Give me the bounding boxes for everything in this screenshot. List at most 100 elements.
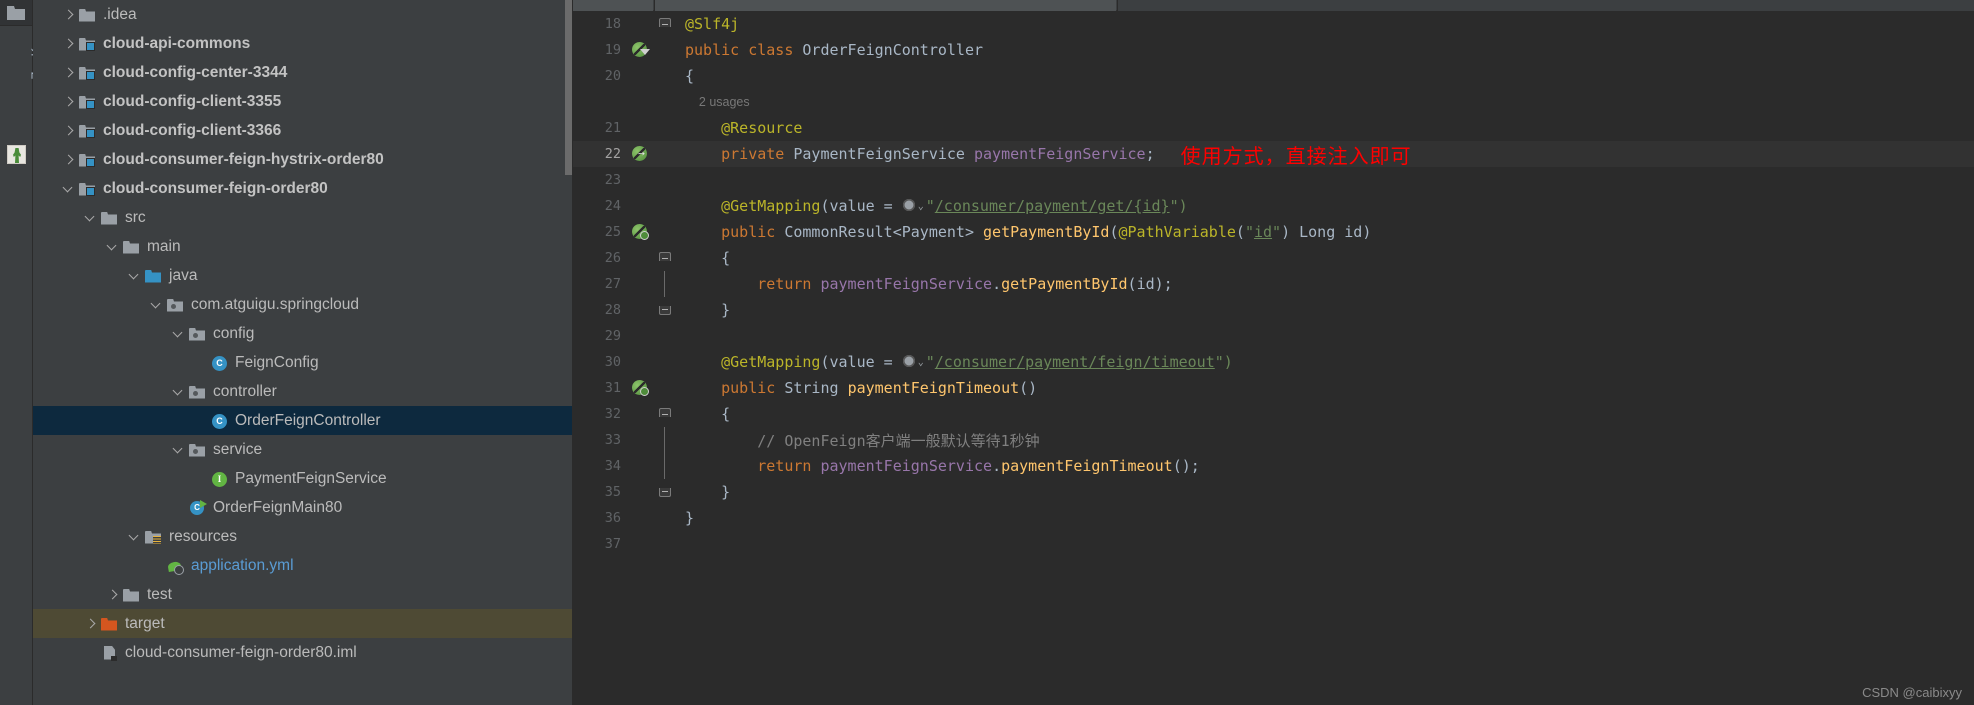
chevron-down-icon[interactable]: [129, 531, 140, 542]
code-line[interactable]: 32 {: [573, 401, 1974, 427]
code-line[interactable]: 37: [573, 531, 1974, 557]
editor-tab-partial-1[interactable]: [573, 0, 653, 11]
code-text[interactable]: public String paymentFeignTimeout(): [675, 375, 1974, 401]
chevron-down-icon[interactable]: [107, 241, 118, 252]
code-text[interactable]: 2 usages: [675, 89, 1974, 115]
tree-item-application-yml[interactable]: application.yml: [33, 551, 573, 580]
spring-bean-icon[interactable]: [629, 37, 655, 63]
code-text[interactable]: }: [675, 297, 1974, 323]
code-line[interactable]: 29: [573, 323, 1974, 349]
tree-item-service[interactable]: service: [33, 435, 573, 464]
code-text[interactable]: {: [675, 245, 1974, 271]
code-line[interactable]: 23: [573, 167, 1974, 193]
web-url-icon[interactable]: [902, 355, 917, 369]
code-line[interactable]: 26 {: [573, 245, 1974, 271]
project-tree[interactable]: .idea cloud-api-commons cloud-config-cente…: [33, 0, 573, 667]
chevron-down-icon[interactable]: [85, 212, 96, 223]
tree-item-cloud-consumer-feign-hystrix-order80[interactable]: cloud-consumer-feign-hystrix-order80: [33, 145, 573, 174]
tree-item-java[interactable]: java: [33, 261, 573, 290]
code-line[interactable]: 22 private PaymentFeignService paymentFe…: [573, 141, 1974, 168]
code-text[interactable]: }: [675, 505, 1974, 531]
chevron-right-icon[interactable]: [107, 589, 118, 600]
web-url-icon[interactable]: [902, 199, 917, 213]
chevron-right-icon[interactable]: [63, 38, 74, 49]
spring-endpoint-icon[interactable]: [629, 219, 655, 245]
code-text[interactable]: @Slf4j: [675, 11, 1974, 37]
code-line[interactable]: 31 public String paymentFeignTimeout(): [573, 375, 1974, 401]
code-fold-marker[interactable]: [655, 245, 675, 271]
code-text[interactable]: @GetMapping(value = ⌄ "/consumer/payment/…: [675, 193, 1974, 219]
code-text[interactable]: {: [675, 401, 1974, 427]
code-text[interactable]: [675, 323, 1974, 349]
code-text[interactable]: private PaymentFeignService paymentFeign…: [675, 141, 1974, 168]
chevron-right-icon[interactable]: [85, 618, 96, 629]
chevron-down-icon[interactable]: ⌄: [918, 357, 926, 368]
chevron-right-icon[interactable]: [63, 154, 74, 165]
code-line[interactable]: 30 @GetMapping(value = ⌄ "/consumer/payme…: [573, 349, 1974, 375]
chevron-down-icon[interactable]: [173, 386, 184, 397]
spring-bean-autowired-icon[interactable]: [629, 141, 655, 167]
tree-item-paymentfeignservice[interactable]: PaymentFeignService: [33, 464, 573, 493]
tree-item-orderfeigncontroller[interactable]: OrderFeignController: [33, 406, 573, 435]
code-line[interactable]: 18 @Slf4j: [573, 11, 1974, 37]
tree-item-test[interactable]: test: [33, 580, 573, 609]
code-text[interactable]: return paymentFeignService. getPaymentByI…: [675, 271, 1974, 297]
code-line[interactable]: 28 }: [573, 297, 1974, 323]
tree-item-idea[interactable]: .idea: [33, 0, 573, 29]
chevron-down-icon[interactable]: [173, 444, 184, 455]
code-line[interactable]: 25 public CommonResult<Payment> getPayme…: [573, 219, 1974, 245]
code-text[interactable]: public CommonResult<Payment> getPaymentB…: [675, 219, 1974, 245]
tree-item-controller[interactable]: controller: [33, 377, 573, 406]
tree-item-resources[interactable]: resources: [33, 522, 573, 551]
code-line[interactable]: 2 usages: [573, 89, 1974, 115]
tree-item-cloud-consumer-feign-order80-iml[interactable]: cloud-consumer-feign-order80.iml: [33, 638, 573, 667]
chevron-down-icon[interactable]: [63, 183, 74, 194]
fold-start-icon[interactable]: [659, 18, 671, 27]
code-fold-marker[interactable]: [655, 271, 675, 297]
fold-start-icon[interactable]: [659, 408, 671, 417]
tree-item-cloud-config-client-3355[interactable]: cloud-config-client-3355: [33, 87, 573, 116]
tree-item-orderfeignmain80[interactable]: OrderFeignMain80: [33, 493, 573, 522]
code-line[interactable]: 21 @Resource: [573, 115, 1974, 141]
code-fold-marker[interactable]: [655, 401, 675, 427]
chevron-right-icon[interactable]: [63, 96, 74, 107]
code-line[interactable]: 35 }: [573, 479, 1974, 505]
code-fold-marker[interactable]: [655, 479, 675, 505]
tree-item-main[interactable]: main: [33, 232, 573, 261]
code-fold-marker[interactable]: [655, 453, 675, 479]
tree-item-feignconfig[interactable]: FeignConfig: [33, 348, 573, 377]
code-text[interactable]: [675, 167, 1974, 193]
tree-item-com-atguigu-springcloud[interactable]: com.atguigu.springcloud: [33, 290, 573, 319]
chevron-down-icon[interactable]: [129, 270, 140, 281]
code-fold-marker[interactable]: [655, 427, 675, 453]
code-line[interactable]: 36}: [573, 505, 1974, 531]
fold-start-icon[interactable]: [659, 252, 671, 261]
tree-item-cloud-config-client-3366[interactable]: cloud-config-client-3366: [33, 116, 573, 145]
code-line[interactable]: 19 public class OrderFeignController: [573, 37, 1974, 63]
chevron-down-icon[interactable]: [151, 299, 162, 310]
code-line[interactable]: 24 @GetMapping(value = ⌄ "/consumer/payme…: [573, 193, 1974, 219]
code-line[interactable]: 20 {: [573, 63, 1974, 89]
code-line[interactable]: 33 // OpenFeign客户端一般默认等待1秒钟: [573, 427, 1974, 453]
tree-item-config[interactable]: config: [33, 319, 573, 348]
tree-item-cloud-consumer-feign-order80[interactable]: cloud-consumer-feign-order80: [33, 174, 573, 203]
editor-tabbar[interactable]: [573, 0, 1974, 11]
code-fold-marker[interactable]: [655, 11, 675, 37]
project-tree-panel[interactable]: .idea cloud-api-commons cloud-config-cente…: [33, 0, 573, 705]
code-text[interactable]: }: [675, 479, 1974, 505]
code-text[interactable]: return paymentFeignService. paymentFeignT…: [675, 453, 1974, 479]
code-text[interactable]: public class OrderFeignController: [675, 37, 1974, 63]
chevron-down-icon[interactable]: [173, 328, 184, 339]
editor-tab-partial-2[interactable]: [654, 0, 1116, 11]
spring-endpoint-icon[interactable]: [629, 375, 655, 401]
code-fold-marker[interactable]: [655, 297, 675, 323]
code-line[interactable]: 27 return paymentFeignService. getPayment…: [573, 271, 1974, 297]
chevron-right-icon[interactable]: [63, 9, 74, 20]
tree-item-src[interactable]: src: [33, 203, 573, 232]
fold-end-icon[interactable]: [659, 488, 671, 497]
chevron-right-icon[interactable]: [63, 125, 74, 136]
tree-item-cloud-config-center-3344[interactable]: cloud-config-center-3344: [33, 58, 573, 87]
fold-end-icon[interactable]: [659, 306, 671, 315]
code-text[interactable]: {: [675, 63, 1974, 89]
code-editor[interactable]: 18 @Slf4j 19 public class OrderFeignControl…: [573, 11, 1974, 705]
